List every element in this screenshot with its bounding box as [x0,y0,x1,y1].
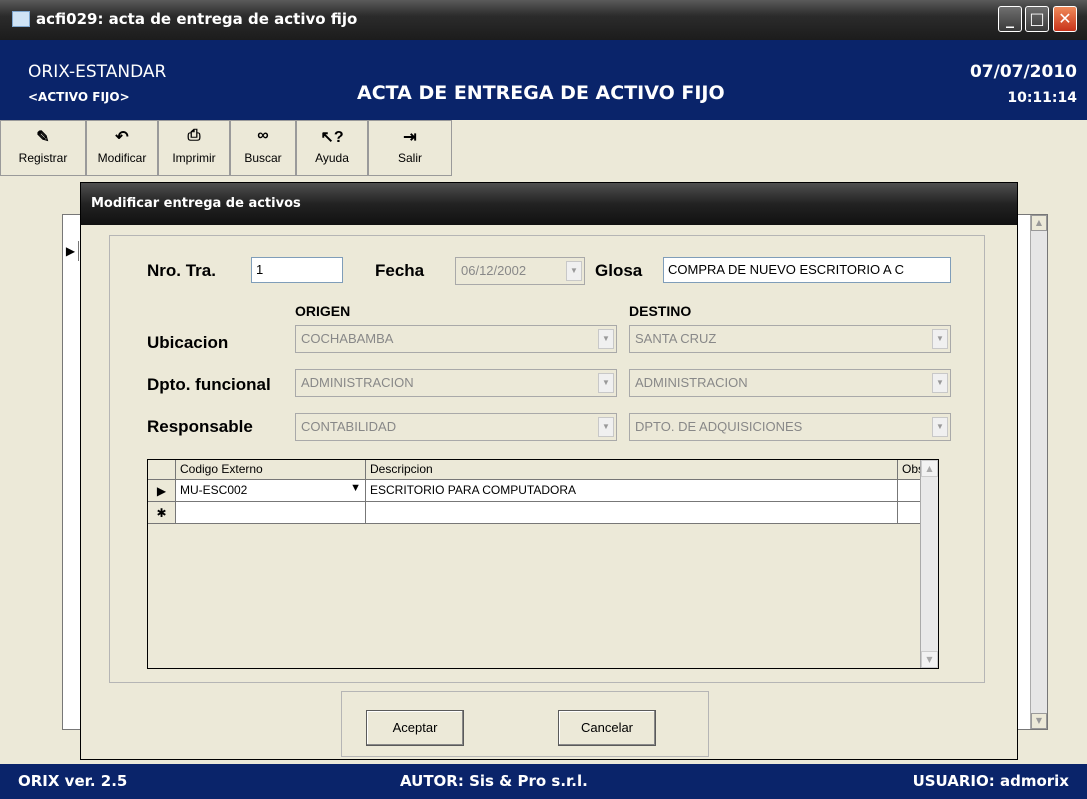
table-cell-codigo[interactable]: MU-ESC002 ▼ [176,480,366,502]
accept-button[interactable]: Aceptar [366,710,464,746]
dialog-title: Modificar entrega de activos [81,183,1017,225]
window-title: acfi029: acta de entrega de activo fijo [36,10,358,28]
codigo-value: MU-ESC002 [180,483,248,497]
ubicacion-label: Ubicacion [147,333,229,352]
version-text: ORIX ver. 2.5 [18,772,128,790]
chevron-down-icon[interactable]: ▼ [598,329,614,349]
origen-responsable-select[interactable]: CONTABILIDAD ▼ [295,413,617,441]
close-icon: ✕ [1058,9,1072,28]
toolbar-label: Registrar [18,151,68,165]
modify-dialog: Modificar entrega de activos Nro. Tra. 1… [80,182,1018,760]
origen-responsable-value: CONTABILIDAD [301,419,397,434]
toolbar-button-salir[interactable]: ⇥ Salir [368,120,452,176]
destino-responsable-value: DPTO. DE ADQUISICIONES [635,419,803,434]
printer-icon: ⎙ [187,127,201,144]
company-name: ORIX-ESTANDAR [28,62,167,82]
toolbar-button-buscar[interactable]: ∞ Buscar [230,120,296,176]
toolbar-label: Buscar [244,151,282,165]
button-frame: Aceptar Cancelar [341,691,709,757]
app-icon [12,11,30,27]
nro-tra-label: Nro. Tra. [147,261,216,280]
destino-heading: DESTINO [629,303,692,319]
new-row-cell-descripcion[interactable] [366,502,898,524]
minimize-button[interactable]: _ [998,6,1022,32]
toolbar-button-imprimir[interactable]: ⎙ Imprimir [158,120,230,176]
screen-title: ACTA DE ENTREGA DE ACTIVO FIJO [357,82,725,104]
responsable-label: Responsable [147,417,253,436]
table-cell-descripcion[interactable]: ESCRITORIO PARA COMPUTADORA [366,480,898,502]
exit-icon: ⇥ [403,129,417,146]
module-name: <ACTIVO FIJO> [28,90,130,104]
app-header: ORIX-ESTANDAR <ACTIVO FIJO> 07/07/2010 1… [0,40,1087,120]
header-date: 07/07/2010 [969,62,1077,82]
origen-ubicacion-value: COCHABAMBA [301,331,394,346]
maximize-button[interactable]: □ [1025,6,1049,32]
destino-dpto-value: ADMINISTRACION [635,375,748,390]
detail-grid: Codigo Externo Descripcion Obs ▶ MU-ESC0… [147,459,939,669]
chevron-down-icon[interactable]: ▼ [598,373,614,393]
toolbar-button-registrar[interactable]: ✎ Registrar [0,120,86,176]
register-icon: ✎ [36,129,50,146]
destino-ubicacion-value: SANTA CRUZ [635,331,717,346]
column-header-codigo[interactable]: Codigo Externo [176,460,366,480]
column-header-descripcion[interactable]: Descripcion [366,460,898,480]
binoculars-icon: ∞ [257,127,269,144]
fecha-field[interactable]: 06/12/2002 ▼ [455,257,585,285]
chevron-down-icon[interactable]: ▼ [932,417,948,437]
nro-tra-input[interactable]: 1 [251,257,343,283]
undo-icon: ↶ [115,129,129,146]
current-row-icon[interactable]: ▶ [148,480,176,502]
destino-dpto-select[interactable]: ADMINISTRACION ▼ [629,369,951,397]
scroll-up-icon[interactable]: ▲ [1031,215,1047,231]
minimize-icon: _ [1006,9,1014,28]
row-selector-icon: ▶ [63,241,79,261]
author-text: AUTOR: Sis & Pro s.r.l. [400,772,588,790]
header-time: 10:11:14 [1007,90,1077,106]
cancel-button[interactable]: Cancelar [558,710,656,746]
toolbar-label: Salir [397,151,422,165]
dpto-funcional-label: Dpto. funcional [147,375,271,394]
toolbar-label: Modificar [97,151,147,165]
toolbar: ✎ Registrar ↶ Modificar ⎙ Imprimir ∞ Bus… [0,120,1087,176]
glosa-label: Glosa [595,261,643,280]
origen-dpto-value: ADMINISTRACION [301,375,414,390]
fecha-value: 06/12/2002 [461,263,527,278]
user-text: USUARIO: admorix [912,772,1069,790]
help-icon: ↖? [320,129,344,146]
origen-dpto-select[interactable]: ADMINISTRACION ▼ [295,369,617,397]
new-row-icon[interactable]: ✱ [148,502,176,524]
chevron-down-icon[interactable]: ▼ [566,261,582,281]
scroll-down-icon[interactable]: ▼ [1031,713,1047,729]
scroll-down-icon[interactable]: ▼ [921,651,938,668]
toolbar-label: Imprimir [172,151,216,165]
destino-ubicacion-select[interactable]: SANTA CRUZ ▼ [629,325,951,353]
glosa-input[interactable]: COMPRA DE NUEVO ESCRITORIO A C [663,257,951,283]
new-row-cell-codigo[interactable] [176,502,366,524]
chevron-down-icon[interactable]: ▼ [350,482,361,494]
window-title-bar: acfi029: acta de entrega de activo fijo … [0,0,1087,40]
origen-ubicacion-select[interactable]: COCHABAMBA ▼ [295,325,617,353]
grid-vertical-scrollbar[interactable]: ▲ ▼ [920,460,938,668]
chevron-down-icon[interactable]: ▼ [932,329,948,349]
origen-heading: ORIGEN [295,303,351,319]
fecha-label: Fecha [375,261,425,280]
close-button[interactable]: ✕ [1053,6,1077,32]
destino-responsable-select[interactable]: DPTO. DE ADQUISICIONES ▼ [629,413,951,441]
chevron-down-icon[interactable]: ▼ [932,373,948,393]
background-vertical-scrollbar[interactable]: ▲ ▼ [1030,215,1047,729]
scroll-up-icon[interactable]: ▲ [921,460,938,477]
grid-corner [148,460,176,480]
chevron-down-icon[interactable]: ▼ [598,417,614,437]
maximize-icon: □ [1029,9,1045,28]
toolbar-button-modificar[interactable]: ↶ Modificar [86,120,158,176]
toolbar-button-ayuda[interactable]: ↖? Ayuda [296,120,368,176]
status-bar: ORIX ver. 2.5 AUTOR: Sis & Pro s.r.l. US… [0,764,1087,799]
toolbar-label: Ayuda [315,151,349,165]
